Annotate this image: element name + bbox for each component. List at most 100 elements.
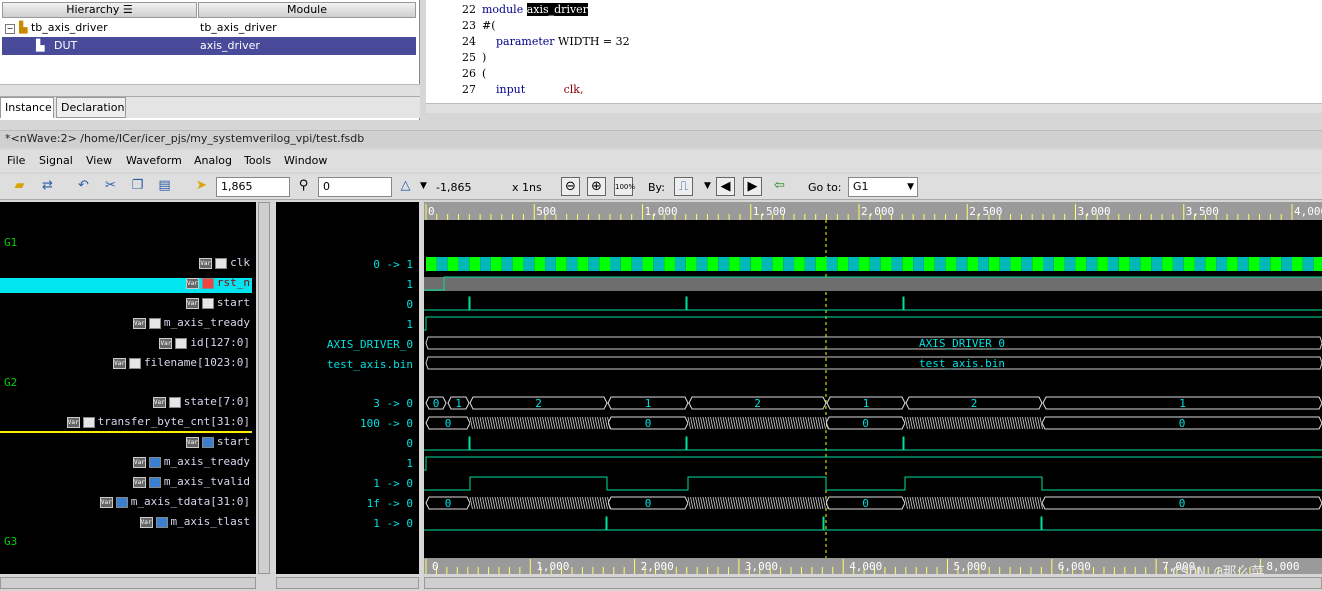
tab-instance[interactable]: Instance	[0, 97, 54, 118]
var-icon: Var	[132, 456, 146, 468]
clk-high	[1270, 257, 1282, 271]
group-g3[interactable]: G3	[4, 535, 17, 548]
collapse-icon[interactable]: −	[5, 24, 15, 34]
search-backward-icon[interactable]: ◀	[716, 177, 735, 196]
zoom-out-icon[interactable]: ⊖	[561, 177, 580, 196]
source-line[interactable]: (	[482, 67, 486, 80]
signal-value: 0 -> 1	[373, 258, 413, 271]
paste-icon[interactable]: ▤	[155, 177, 174, 196]
tree-row[interactable]: − ▙ tb_axis_driver tb_axis_driver	[2, 19, 416, 37]
signal-value: 3 -> 0	[373, 397, 413, 410]
clk-high	[1205, 257, 1217, 271]
zoom-fit-icon[interactable]: 100%	[614, 177, 635, 196]
var-icon: Var	[132, 317, 146, 329]
ruler-label: 4,000	[1294, 205, 1322, 218]
hierarchy-hscroll[interactable]	[0, 84, 420, 96]
wave-clk	[426, 257, 1322, 271]
clk-high	[880, 257, 892, 271]
signal-name[interactable]: Var m_axis_tdata[31:0]	[99, 495, 250, 508]
copy-icon[interactable]: ❐	[128, 177, 147, 196]
group-g2[interactable]: G2	[4, 376, 17, 389]
signal-name[interactable]: Var transfer_byte_cnt[31:0]	[66, 415, 250, 428]
var-icon: Var	[199, 257, 213, 269]
search-forward-icon[interactable]: ▶	[743, 177, 762, 196]
menu-signal[interactable]: Signal	[39, 154, 73, 167]
wave-cnt-bus: 0 0 0 0	[425, 416, 1322, 430]
source-line[interactable]: parameter WIDTH = 32	[482, 35, 630, 48]
var-icon: Var	[185, 297, 199, 309]
undo-icon[interactable]: ↶	[74, 177, 93, 196]
bus-label: 1	[455, 397, 462, 410]
marker-time-field[interactable]: 0	[318, 177, 392, 197]
tree-row-selected[interactable]: ▙ DUT axis_driver	[2, 37, 416, 55]
search-by-dropdown-icon[interactable]: ▼	[698, 177, 717, 196]
clk-high	[1313, 257, 1322, 271]
delta-icon[interactable]: △	[396, 177, 415, 196]
names-hscroll[interactable]	[0, 577, 256, 589]
menu-view[interactable]: View	[86, 154, 112, 167]
wave-tdata-bus: 0 0 0 0	[425, 496, 1322, 510]
tab-declaration[interactable]: Declaration	[56, 97, 126, 118]
signal-name[interactable]: Var m_axis_tvalid	[132, 475, 250, 488]
clk-high	[923, 257, 935, 271]
signal-value: 0	[406, 437, 413, 450]
signal-value: 1 -> 0	[373, 517, 413, 530]
wave-state-bus: 0 1 2 1 2 1 2 1	[425, 396, 1322, 410]
clk-high	[1053, 257, 1065, 271]
signal-name[interactable]: Var id[127:0]	[159, 336, 250, 349]
group-g1[interactable]: G1	[4, 236, 17, 249]
signal-name[interactable]: Var start	[185, 296, 250, 309]
port-in-icon	[201, 436, 214, 448]
goto-dropdown-icon[interactable]: ▼	[907, 178, 914, 196]
signal-name[interactable]: Var filename[1023:0]	[113, 356, 250, 369]
signal-name[interactable]: Var state[7:0]	[152, 395, 250, 408]
module-header[interactable]: Module	[198, 2, 416, 18]
menu-waveform[interactable]: Waveform	[126, 154, 182, 167]
clk-high	[664, 257, 675, 271]
menu-analog[interactable]: Analog	[194, 154, 232, 167]
values-hscroll[interactable]	[276, 577, 419, 589]
zoom-in-icon[interactable]: ⊕	[587, 177, 606, 196]
signal-name[interactable]: Var m_axis_tlast	[139, 515, 250, 528]
wire-icon	[168, 396, 181, 408]
menu-tools[interactable]: Tools	[244, 154, 271, 167]
cut-icon[interactable]: ✂	[101, 177, 120, 196]
menu-file[interactable]: File	[7, 154, 25, 167]
source-hscroll[interactable]	[426, 103, 1322, 113]
wave-id-label: AXIS_DRIVER_0	[919, 337, 1005, 350]
wire-icon	[129, 357, 142, 369]
marker-icon[interactable]: ⚲	[294, 177, 313, 196]
hierarchy-header[interactable]: Hierarchy ☰	[2, 2, 197, 18]
vertical-scrollbar[interactable]	[258, 202, 270, 574]
edge-search-icon[interactable]: ⎍	[674, 177, 693, 196]
signal-name[interactable]: Var clk	[199, 256, 250, 269]
clk-high	[945, 257, 957, 271]
signal-name[interactable]: Var rst_n	[185, 276, 250, 289]
cursor-time-field[interactable]: 1,865	[216, 177, 290, 197]
ruler-label: 4,000	[849, 560, 882, 573]
source-line[interactable]: module axis_driver	[482, 3, 588, 16]
goto-back-icon[interactable]: ⇦	[770, 177, 789, 196]
source-line[interactable]: #(	[482, 19, 496, 32]
waveform-panel[interactable]: 0 500 1,000 1,500 2,000 2,500 3,000 3,500 4,00 0 …	[424, 202, 1322, 581]
signal-name[interactable]: Var m_axis_tready	[132, 316, 250, 329]
clk-high	[707, 257, 719, 271]
cursor-arrow-icon[interactable]: ➤	[192, 177, 211, 196]
goto-select[interactable]: G1 ▼	[848, 177, 918, 197]
delta-dropdown-icon[interactable]: ▼	[414, 177, 433, 196]
clk-high	[599, 257, 610, 271]
clk-low	[956, 257, 968, 271]
source-line[interactable]: )	[482, 51, 486, 64]
signal-name[interactable]: Var start	[185, 435, 250, 448]
signal-value: 1	[406, 457, 413, 470]
source-line[interactable]: input clk,	[482, 83, 583, 96]
waveform-hscroll[interactable]	[424, 577, 1322, 589]
clk-high	[1140, 257, 1152, 271]
menu-window[interactable]: Window	[284, 154, 327, 167]
reload-icon[interactable]: ⇄	[38, 177, 57, 196]
waveform-canvas[interactable]: 0 500 1,000 1,500 2,000 2,500 3,000 3,500 4,00 0 …	[424, 202, 1322, 581]
signal-name[interactable]: Var m_axis_tready	[132, 455, 250, 468]
goto-label: Go to:	[808, 181, 842, 194]
ruler-label: 3,500	[1186, 205, 1219, 218]
open-folder-icon[interactable]: ▰	[10, 177, 29, 196]
